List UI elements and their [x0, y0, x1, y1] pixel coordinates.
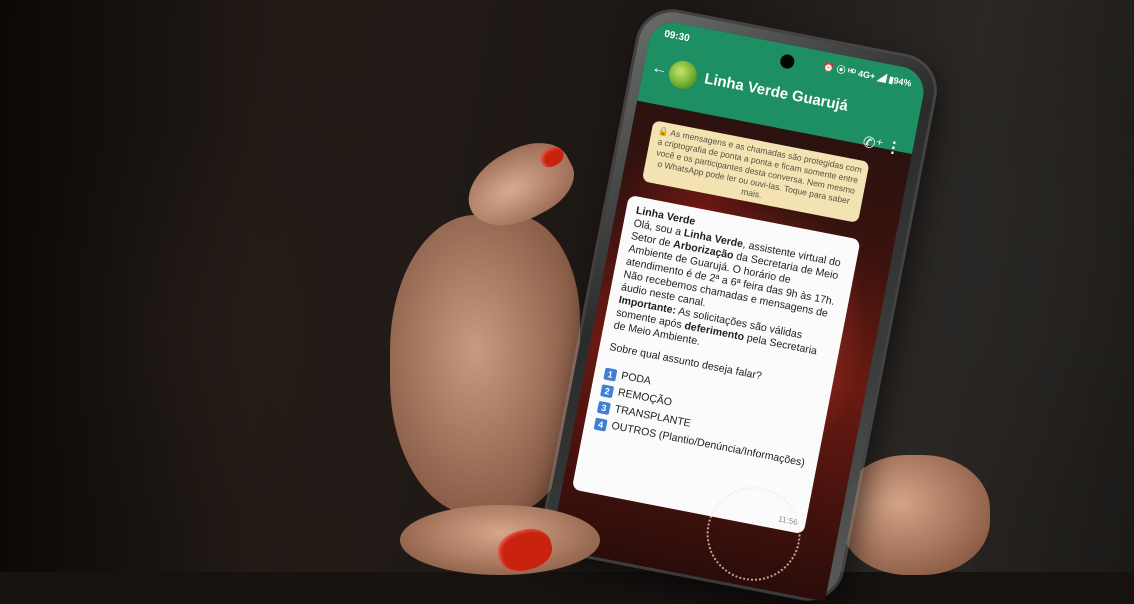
finger-bottom: [400, 505, 600, 575]
keycap-3-icon: 3: [596, 400, 611, 415]
status-time: 09:30: [663, 28, 691, 45]
status-indicators: ⏰ ⦿ ᴴᴰ 4G+ ◢ ▮94%: [822, 61, 913, 89]
left-hand: [390, 215, 580, 515]
avatar[interactable]: [666, 58, 700, 92]
hair-shadow: [0, 0, 360, 572]
more-vert-icon[interactable]: ⋮: [884, 137, 902, 158]
message-bubble: Linha Verde Olá, sou a Linha Verde, assi…: [571, 194, 861, 535]
chat-title[interactable]: Linha Verde Guarujá: [703, 70, 849, 115]
add-call-icon[interactable]: ✆⁺: [861, 133, 885, 155]
keycap-2-icon: 2: [600, 383, 615, 398]
right-hand: [840, 455, 990, 575]
keycap-1-icon: 1: [603, 367, 618, 382]
keycap-4-icon: 4: [593, 417, 608, 432]
back-arrow-icon[interactable]: ←: [650, 59, 669, 80]
